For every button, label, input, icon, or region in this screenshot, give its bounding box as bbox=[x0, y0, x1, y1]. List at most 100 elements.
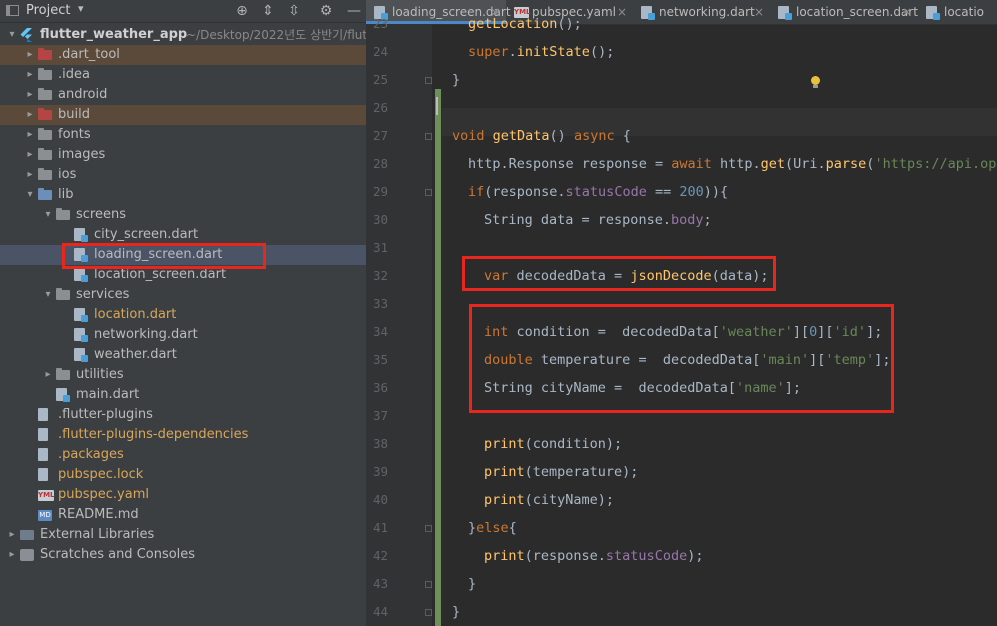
line-number: 23 bbox=[372, 16, 388, 31]
tree-item-weather-dart[interactable]: weather.dart bbox=[0, 345, 366, 365]
tree-item-label: .packages bbox=[58, 447, 124, 462]
tree-item-location-dart[interactable]: location.dart bbox=[0, 305, 366, 325]
collapse-all-icon[interactable]: ⇳ bbox=[285, 2, 303, 20]
dart-file-icon bbox=[56, 388, 70, 402]
code-token: == bbox=[646, 184, 680, 200]
line-number: 38 bbox=[372, 436, 388, 451]
close-icon[interactable]: × bbox=[617, 0, 627, 24]
chevron-down-icon[interactable]: ▾ bbox=[24, 185, 36, 205]
code-line[interactable]: }else{ bbox=[468, 514, 517, 542]
tree-item-main-dart[interactable]: main.dart bbox=[0, 385, 366, 405]
locate-file-icon[interactable]: ⊕ bbox=[233, 2, 251, 20]
tree-item-label: main.dart bbox=[76, 387, 140, 402]
tree-item-networking-dart[interactable]: networking.dart bbox=[0, 325, 366, 345]
chevron-down-icon[interactable]: ▾ bbox=[42, 205, 54, 225]
fold-marker-icon[interactable] bbox=[425, 581, 432, 588]
project-view-selector[interactable]: Project bbox=[26, 3, 70, 18]
chevron-down-icon[interactable]: ▾ bbox=[42, 285, 54, 305]
lightbulb-icon[interactable] bbox=[810, 76, 821, 88]
tab-location-screen-dart[interactable]: location_screen.dart × bbox=[770, 0, 918, 24]
tree-item-ios[interactable]: ▸ ios bbox=[0, 165, 366, 185]
chevron-right-icon[interactable]: ▸ bbox=[24, 105, 36, 125]
code-line[interactable]: String data = response.body; bbox=[484, 206, 712, 234]
code-line[interactable]: } bbox=[452, 598, 460, 626]
tree-item-lib[interactable]: ▾ lib bbox=[0, 185, 366, 205]
tab-label: location_screen.dart bbox=[796, 5, 918, 19]
code-line[interactable]: getLocation(); bbox=[468, 10, 582, 38]
close-icon[interactable]: × bbox=[902, 0, 912, 24]
tree-item-pubspec-lock[interactable]: pubspec.lock bbox=[0, 465, 366, 485]
line-number: 33 bbox=[372, 296, 388, 311]
folder-icon bbox=[56, 288, 70, 300]
tree-item-dart-tool[interactable]: ▸ .dart_tool bbox=[0, 45, 366, 65]
minimize-icon[interactable]: — bbox=[345, 2, 363, 20]
code-line[interactable]: print(condition); bbox=[484, 430, 622, 458]
code-token: )){ bbox=[703, 184, 729, 200]
tree-item-label: pubspec.yaml bbox=[58, 487, 149, 502]
tree-item-flutter-plugins-dependencies[interactable]: .flutter-plugins-dependencies bbox=[0, 425, 366, 445]
dart-file-icon bbox=[74, 268, 88, 282]
tree-item-utilities[interactable]: ▸ utilities bbox=[0, 365, 366, 385]
code-token: (Uri. bbox=[785, 156, 826, 172]
chevron-right-icon[interactable]: ▸ bbox=[6, 545, 18, 565]
tree-item-label: .flutter-plugins-dependencies bbox=[58, 427, 249, 442]
chevron-right-icon[interactable]: ▸ bbox=[24, 45, 36, 65]
tree-item-services[interactable]: ▾ services bbox=[0, 285, 366, 305]
excluded-folder-icon bbox=[38, 108, 52, 120]
chevron-right-icon[interactable]: ▸ bbox=[24, 145, 36, 165]
tree-item-scratches-and-consoles[interactable]: ▸ Scratches and Consoles bbox=[0, 545, 366, 565]
fold-marker-icon[interactable] bbox=[425, 189, 432, 196]
fold-marker-icon[interactable] bbox=[425, 77, 432, 84]
chevron-right-icon[interactable]: ▸ bbox=[42, 365, 54, 385]
expand-all-icon[interactable]: ⇕ bbox=[259, 2, 277, 20]
tree-item-packages[interactable]: .packages bbox=[0, 445, 366, 465]
code-token: () bbox=[549, 128, 574, 144]
tree-item-images[interactable]: ▸ images bbox=[0, 145, 366, 165]
code-line[interactable]: } bbox=[452, 66, 460, 94]
code-token: (cityName); bbox=[524, 492, 615, 508]
fold-marker-icon[interactable] bbox=[425, 525, 432, 532]
tree-item-android[interactable]: ▸ android bbox=[0, 85, 366, 105]
line-number: 36 bbox=[372, 380, 388, 395]
close-icon[interactable]: × bbox=[754, 0, 764, 24]
highlight-decoded-data bbox=[462, 256, 776, 291]
tree-item-pubspec-yaml[interactable]: YML pubspec.yaml bbox=[0, 485, 366, 505]
fold-marker-icon[interactable] bbox=[425, 609, 432, 616]
fold-marker-icon[interactable] bbox=[425, 133, 432, 140]
code-line[interactable]: if(response.statusCode == 200)){ bbox=[468, 178, 728, 206]
chevron-right-icon[interactable]: ▸ bbox=[24, 165, 36, 185]
tree-item-external-libraries[interactable]: ▸ External Libraries bbox=[0, 525, 366, 545]
dart-file-icon bbox=[778, 6, 792, 20]
code-line[interactable]: } bbox=[468, 570, 476, 598]
chevron-right-icon[interactable]: ▸ bbox=[24, 65, 36, 85]
tab-networking-dart[interactable]: networking.dart × bbox=[633, 0, 770, 24]
tree-item-build[interactable]: ▸ build bbox=[0, 105, 366, 125]
chevron-right-icon[interactable]: ▸ bbox=[24, 85, 36, 105]
tree-item-readme-md[interactable]: MD README.md bbox=[0, 505, 366, 525]
code-line[interactable]: print(response.statusCode); bbox=[484, 542, 703, 570]
code-token: . bbox=[508, 44, 517, 60]
code-line[interactable]: print(temperature); bbox=[484, 458, 638, 486]
tree-item-flutter-weather-app[interactable]: ▾ flutter_weather_app ~/Desktop/2022년도 상반기… bbox=[0, 25, 366, 45]
project-panel: Project ▾ ⊕ ⇕ ⇳ ⚙ — ▾ flutter_weather_app… bbox=[0, 0, 366, 626]
line-number: 30 bbox=[372, 212, 388, 227]
code-token: (); bbox=[589, 44, 615, 60]
code-token: initState bbox=[516, 44, 590, 60]
chevron-right-icon[interactable]: ▸ bbox=[24, 125, 36, 145]
tree-item-screens[interactable]: ▾ screens bbox=[0, 205, 366, 225]
chevron-right-icon[interactable]: ▸ bbox=[6, 525, 18, 545]
tab-locatio[interactable]: locatio bbox=[918, 0, 997, 24]
tree-item-city-screen-dart[interactable]: city_screen.dart bbox=[0, 225, 366, 245]
tree-item-idea[interactable]: ▸ .idea bbox=[0, 65, 366, 85]
code-line[interactable]: print(cityName); bbox=[484, 486, 614, 514]
tree-item-fonts[interactable]: ▸ fonts bbox=[0, 125, 366, 145]
gear-icon[interactable]: ⚙ bbox=[317, 2, 335, 20]
chevron-down-icon[interactable]: ▾ bbox=[6, 25, 18, 45]
chevron-down-icon[interactable]: ▾ bbox=[78, 2, 84, 15]
tree-item-label: .idea bbox=[58, 67, 90, 82]
code-line[interactable]: http.Response response = await http.get(… bbox=[468, 150, 997, 178]
code-token: data = response. bbox=[540, 212, 671, 228]
tree-item-flutter-plugins[interactable]: .flutter-plugins bbox=[0, 405, 366, 425]
code-line[interactable]: void getData() async { bbox=[452, 122, 631, 150]
code-line[interactable]: super.initState(); bbox=[468, 38, 614, 66]
